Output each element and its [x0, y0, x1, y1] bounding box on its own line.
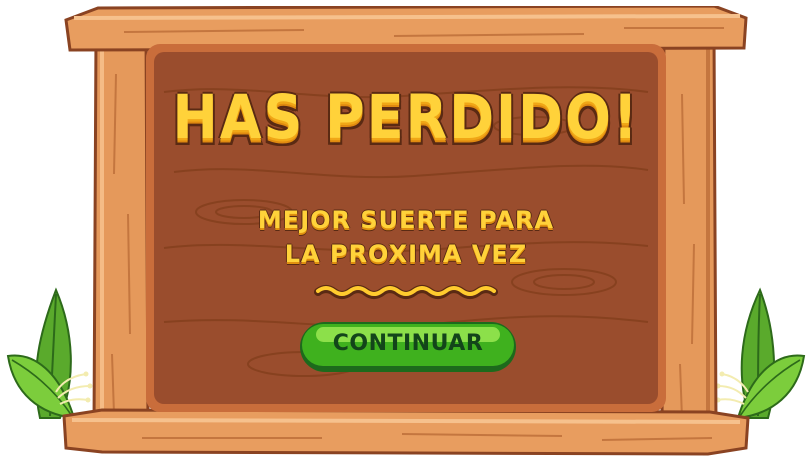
- message-line-2: LA PROXIMA VEZ: [284, 240, 528, 268]
- wooden-beam-bottom: [62, 408, 750, 456]
- wooden-post-left: [92, 34, 150, 426]
- continue-button[interactable]: CONTINUAR: [300, 322, 516, 372]
- palm-leaves-right-icon: [715, 287, 806, 420]
- wooden-post-right: [660, 34, 718, 426]
- message-line-1: MEJOR SUERTE PARA: [257, 206, 555, 234]
- wavy-line-icon: [314, 285, 498, 299]
- game-over-title: HAS PERDIDO!: [172, 82, 640, 153]
- continue-button-label: CONTINUAR: [332, 331, 484, 356]
- palm-leaves-left-icon: [6, 287, 93, 420]
- lose-screen: HAS PERDIDO! MEJOR SUERTE PARA LA PROXIM…: [0, 0, 812, 466]
